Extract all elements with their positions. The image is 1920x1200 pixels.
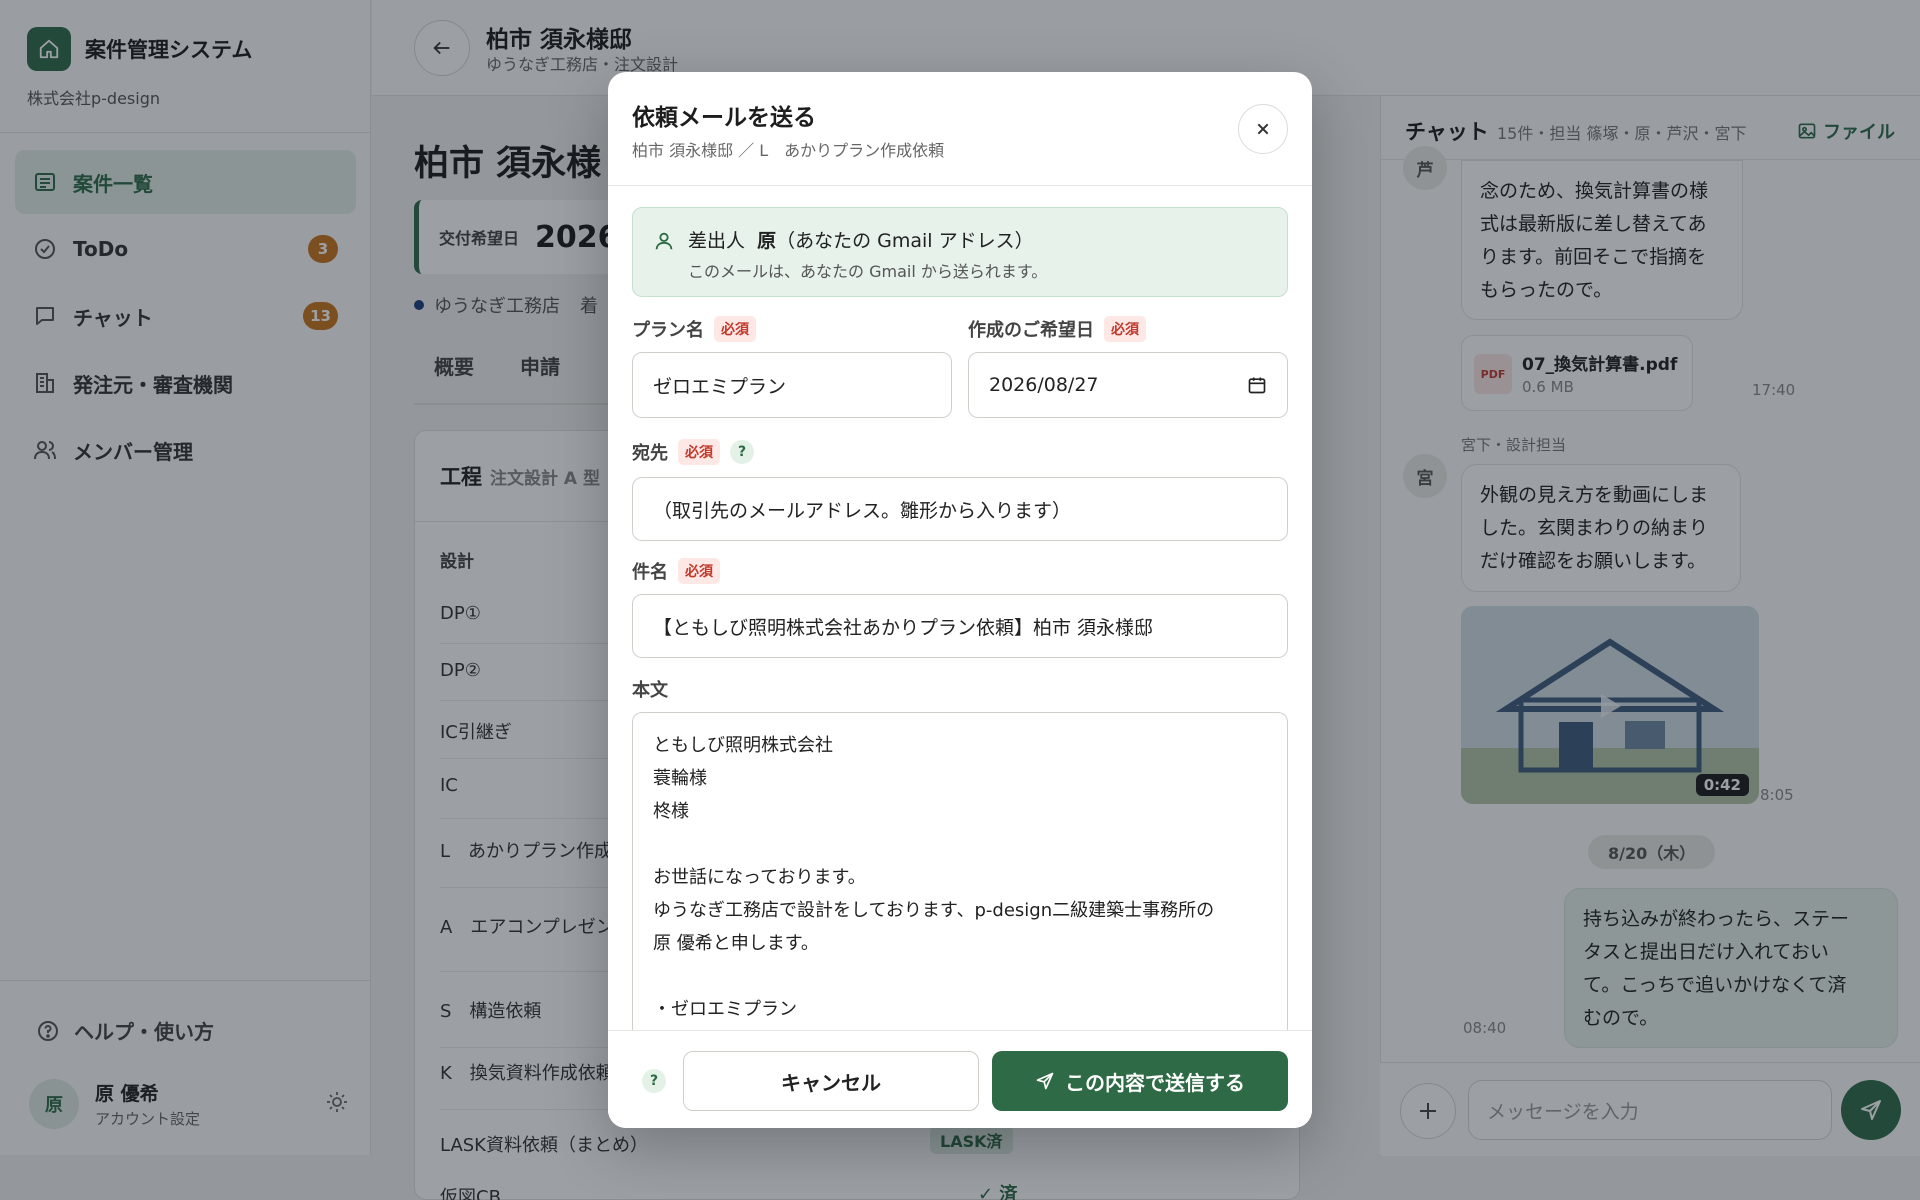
divider	[608, 185, 1312, 186]
sender-line: 差出人 原（あなたの Gmail アドレス）	[688, 230, 1034, 252]
modal-subtitle: 柏市 須永様邸 ／ L あかりプラン作成依頼	[632, 141, 945, 160]
required-badge: 必須	[1104, 316, 1146, 342]
calendar-icon[interactable]	[1247, 375, 1267, 400]
help-icon[interactable]: ?	[730, 440, 754, 464]
plan-input[interactable]: ゼロエミプラン	[632, 352, 952, 418]
body-label: 本文	[632, 680, 668, 701]
send-icon	[1036, 1072, 1054, 1090]
email-modal: 依頼メールを送る 柏市 須永様邸 ／ L あかりプラン作成依頼 差出人 原（あな…	[608, 72, 1312, 1128]
modal-title: 依頼メールを送る	[632, 105, 816, 131]
cancel-button[interactable]: キャンセル	[683, 1051, 979, 1111]
date-value: 2026/08/27	[989, 374, 1099, 396]
to-input[interactable]: （取引先のメールアドレス。雛形から入ります）	[632, 477, 1288, 541]
close-button[interactable]	[1238, 104, 1288, 154]
date-label: 作成のご希望日 必須	[968, 316, 1146, 342]
to-label: 宛先 必須 ?	[632, 439, 754, 465]
subject-input[interactable]: 【ともしび照明株式会社あかりプラン依頼】柏市 須永様邸	[632, 594, 1288, 658]
subject-label: 件名 必須	[632, 558, 720, 584]
help-icon[interactable]: ?	[642, 1069, 666, 1093]
date-input[interactable]: 2026/08/27	[968, 352, 1288, 418]
user-icon	[653, 230, 675, 256]
sender-info: 差出人 原（あなたの Gmail アドレス） このメールは、あなたの Gmail…	[632, 207, 1288, 297]
body-textarea[interactable]: ともしび照明株式会社 蓑輪様 柊様 お世話になっております。 ゆうなぎ工務店で設…	[632, 712, 1288, 1072]
send-email-button[interactable]: この内容で送信する	[992, 1051, 1288, 1111]
required-badge: 必須	[714, 316, 756, 342]
plan-label: プラン名 必須	[632, 316, 756, 342]
required-badge: 必須	[678, 439, 720, 465]
close-icon	[1257, 123, 1269, 135]
sender-note: このメールは、あなたの Gmail から送られます。	[688, 262, 1048, 281]
required-badge: 必須	[678, 558, 720, 584]
modal-footer: ? キャンセル この内容で送信する	[608, 1030, 1312, 1128]
